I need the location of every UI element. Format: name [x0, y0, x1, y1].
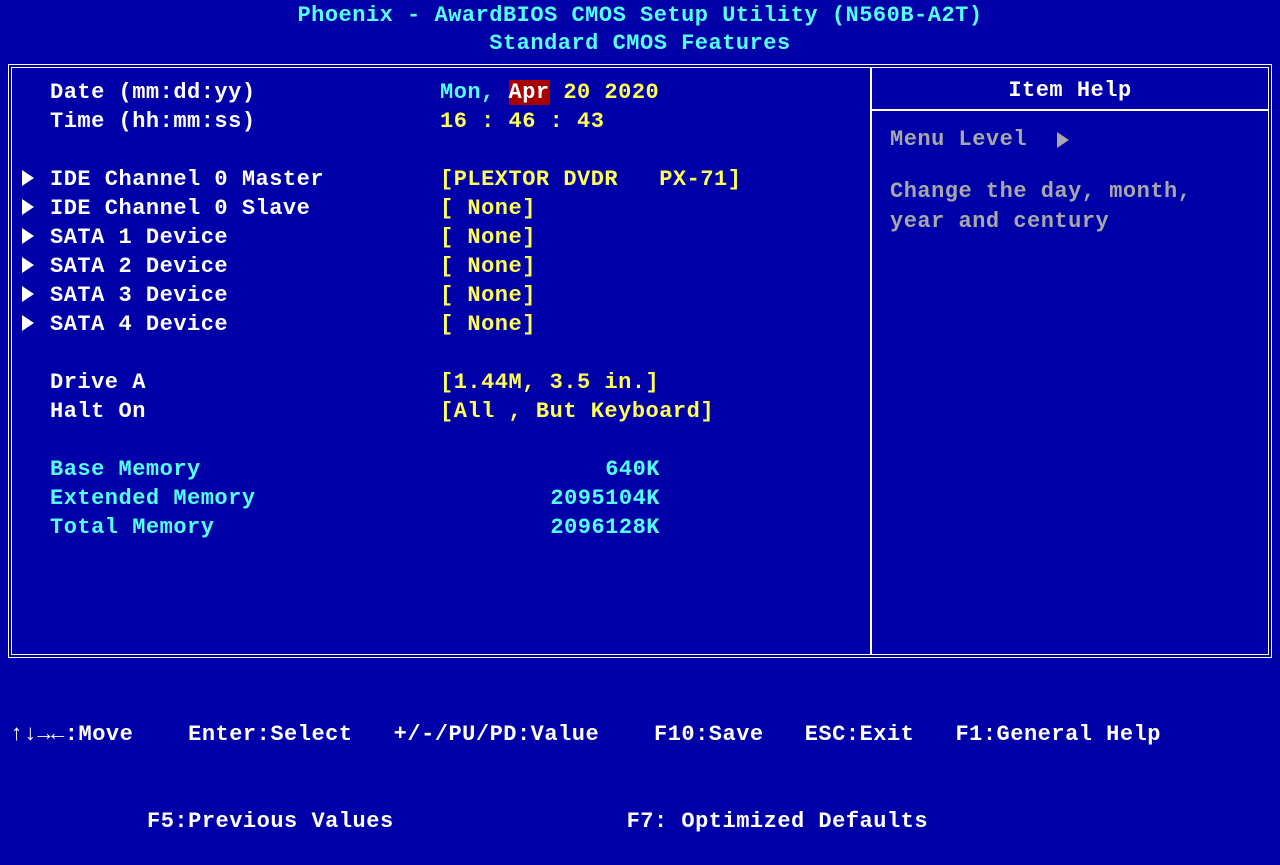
memory-value: 2096128K — [440, 513, 860, 542]
device-row[interactable]: IDE Channel 0 Master[PLEXTOR DVDR PX-71] — [22, 165, 860, 194]
drive-a-value[interactable]: [1.44M, 3.5 in.] — [440, 368, 860, 397]
device-value[interactable]: [PLEXTOR DVDR PX-71] — [440, 165, 860, 194]
memory-row: Extended Memory2095104K — [22, 484, 860, 513]
date-value[interactable]: Mon, Apr 20 2020 — [440, 78, 860, 107]
menu-level-label: Menu Level — [890, 125, 1027, 155]
submenu-arrow-icon — [22, 310, 50, 339]
device-row[interactable]: SATA 2 Device[ None] — [22, 252, 860, 281]
help-pane: Item Help Menu Level Change the day, mon… — [872, 68, 1268, 654]
bios-title: Phoenix - AwardBIOS CMOS Setup Utility (… — [0, 2, 1280, 30]
memory-label: Extended Memory — [50, 484, 440, 513]
date-month-selected[interactable]: Apr — [509, 80, 550, 105]
help-text: Change the day, month, year and century — [890, 177, 1250, 237]
device-row[interactable]: SATA 4 Device[ None] — [22, 310, 860, 339]
device-value[interactable]: [ None] — [440, 252, 860, 281]
device-label: SATA 3 Device — [50, 281, 440, 310]
submenu-arrow-icon — [22, 194, 50, 223]
drive-a-label: Drive A — [50, 368, 440, 397]
footer-line-2: F5:Previous Values F7: Optimized Default… — [10, 807, 1270, 836]
device-label: SATA 2 Device — [50, 252, 440, 281]
device-label: SATA 1 Device — [50, 223, 440, 252]
time-row[interactable]: Time (hh:mm:ss) 16 : 46 : 43 — [22, 107, 860, 136]
device-label: SATA 4 Device — [50, 310, 440, 339]
footer-line-1: ↑↓→←:Move Enter:Select +/-/PU/PD:Value F… — [10, 720, 1270, 749]
submenu-arrow-icon — [22, 252, 50, 281]
footer-keys: ↑↓→←:Move Enter:Select +/-/PU/PD:Value F… — [0, 658, 1280, 865]
menu-level-row: Menu Level — [890, 125, 1250, 155]
device-row[interactable]: SATA 3 Device[ None] — [22, 281, 860, 310]
device-value[interactable]: [ None] — [440, 281, 860, 310]
halt-on-value[interactable]: [All , But Keyboard] — [440, 397, 860, 426]
main-box: Date (mm:dd:yy) Mon, Apr 20 2020 Time (h… — [8, 64, 1272, 658]
device-value[interactable]: [ None] — [440, 194, 860, 223]
memory-row: Base Memory640K — [22, 455, 860, 484]
submenu-arrow-icon — [22, 223, 50, 252]
time-label: Time (hh:mm:ss) — [50, 107, 440, 136]
device-label: IDE Channel 0 Master — [50, 165, 440, 194]
submenu-arrow-icon — [22, 281, 50, 310]
date-row[interactable]: Date (mm:dd:yy) Mon, Apr 20 2020 — [22, 78, 860, 107]
date-label: Date (mm:dd:yy) — [50, 78, 440, 107]
device-row[interactable]: SATA 1 Device[ None] — [22, 223, 860, 252]
memory-row: Total Memory2096128K — [22, 513, 860, 542]
memory-label: Total Memory — [50, 513, 440, 542]
settings-pane: Date (mm:dd:yy) Mon, Apr 20 2020 Time (h… — [12, 68, 872, 654]
bios-header: Phoenix - AwardBIOS CMOS Setup Utility (… — [0, 0, 1280, 64]
bios-subtitle: Standard CMOS Features — [0, 30, 1280, 58]
halt-on-row[interactable]: Halt On [All , But Keyboard] — [22, 397, 860, 426]
help-title: Item Help — [872, 68, 1268, 111]
halt-on-label: Halt On — [50, 397, 440, 426]
memory-value: 640K — [440, 455, 860, 484]
submenu-indicator-icon — [1057, 132, 1069, 148]
memory-label: Base Memory — [50, 455, 440, 484]
device-value[interactable]: [ None] — [440, 310, 860, 339]
device-value[interactable]: [ None] — [440, 223, 860, 252]
drive-a-row[interactable]: Drive A [1.44M, 3.5 in.] — [22, 368, 860, 397]
device-row[interactable]: IDE Channel 0 Slave[ None] — [22, 194, 860, 223]
device-label: IDE Channel 0 Slave — [50, 194, 440, 223]
submenu-arrow-icon — [22, 165, 50, 194]
time-value[interactable]: 16 : 46 : 43 — [440, 107, 860, 136]
memory-value: 2095104K — [440, 484, 860, 513]
